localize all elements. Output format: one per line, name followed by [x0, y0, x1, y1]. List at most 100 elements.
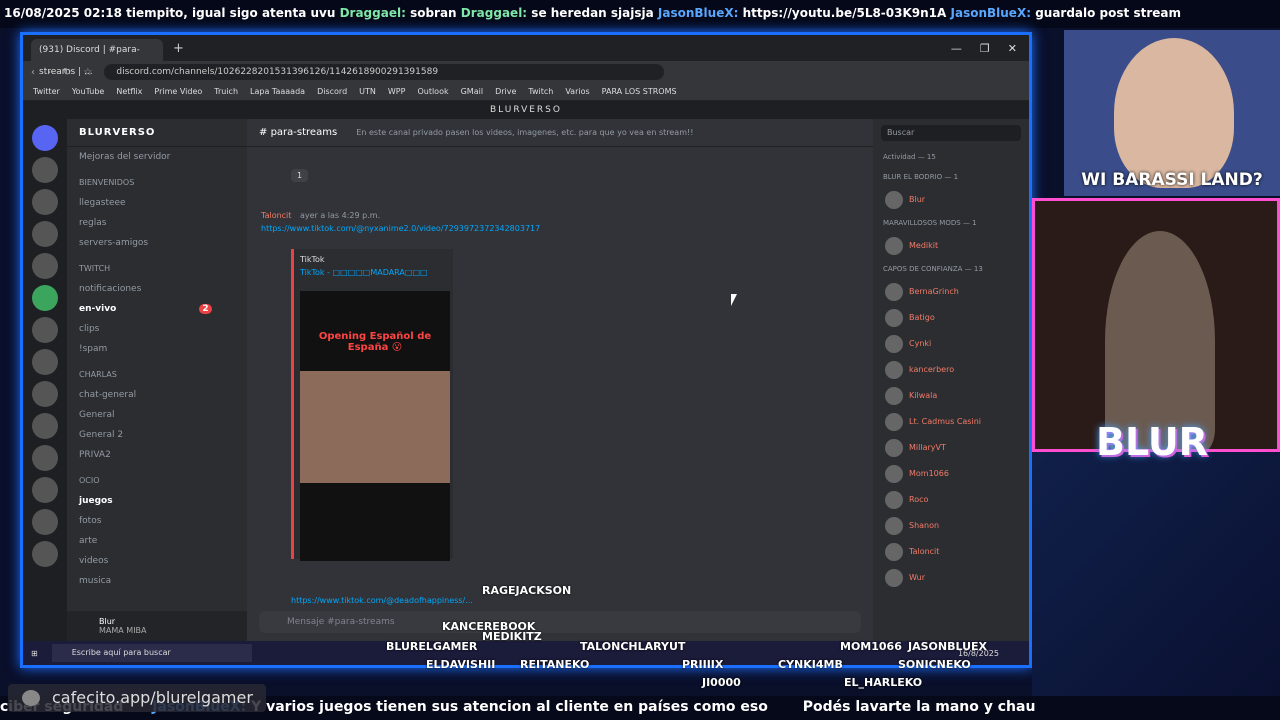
member-group-header: CAPOS DE CONFIANZA — 13: [883, 265, 983, 273]
ticker-name: Draggael:: [460, 6, 528, 20]
maximize-icon[interactable]: ❐: [980, 42, 990, 55]
member-item[interactable]: Blur: [873, 187, 1029, 213]
bookmark[interactable]: UTN: [359, 87, 376, 96]
bookmark[interactable]: Twitch: [528, 87, 553, 96]
server-icon[interactable]: [32, 477, 58, 503]
server-boost[interactable]: Mejoras del servidor: [67, 147, 247, 167]
channel-item[interactable]: arte: [67, 531, 247, 551]
server-icon[interactable]: [32, 413, 58, 439]
channel-item[interactable]: fotos: [67, 511, 247, 531]
ticker-text: se heredan sjajsja: [531, 6, 654, 20]
bookmark[interactable]: PARA LOS STROMS: [602, 87, 677, 96]
message-link[interactable]: https://www.tiktok.com/@deadofhappiness/…: [291, 596, 473, 605]
windows-start-icon[interactable]: ⊞: [31, 649, 38, 658]
bookmark[interactable]: Truich: [214, 87, 238, 96]
member-item[interactable]: Kilwala: [873, 383, 1029, 409]
bookmark[interactable]: Outlook: [417, 87, 448, 96]
server-icon[interactable]: [32, 285, 58, 311]
message-author[interactable]: Taloncit: [261, 211, 291, 220]
member-item[interactable]: Cynki: [873, 331, 1029, 357]
minimize-icon[interactable]: —: [951, 42, 962, 55]
member-item[interactable]: Medikit: [873, 233, 1029, 259]
bookmark[interactable]: WPP: [388, 87, 406, 96]
message-link[interactable]: https://www.tiktok.com/@nyxanime2.0/vide…: [261, 224, 540, 233]
url-field[interactable]: discord.com/channels/1026228201531396126…: [104, 64, 665, 80]
channel-item[interactable]: PRIVA2: [67, 445, 247, 465]
member-item[interactable]: Taloncit: [873, 539, 1029, 565]
new-tab-icon[interactable]: +: [173, 41, 184, 56]
ticker-name: JasonBlueX:: [657, 6, 739, 20]
taskbar-search[interactable]: Escribe aquí para buscar: [51, 644, 252, 662]
user-status: MAMA MIBA: [99, 626, 147, 635]
member-item[interactable]: BernaGrinch: [873, 279, 1029, 305]
bookmark[interactable]: YouTube: [72, 87, 105, 96]
server-name[interactable]: BLURVERSO: [67, 119, 247, 147]
server-icon[interactable]: [32, 317, 58, 343]
server-icon[interactable]: [32, 189, 58, 215]
home-icon[interactable]: [32, 125, 58, 151]
overlay-background: [1032, 452, 1280, 696]
category-header[interactable]: CHARLAS: [67, 365, 247, 385]
server-icon[interactable]: [32, 381, 58, 407]
close-icon[interactable]: ✕: [1008, 42, 1017, 55]
viewer-name: TALONCHLARYUT: [580, 640, 686, 653]
reload-icon[interactable]: ↻: [63, 67, 71, 78]
bookmark[interactable]: GMail: [461, 87, 483, 96]
bookmark-icon[interactable]: ☆: [83, 67, 92, 78]
message-time: ayer a las 4:29 p.m.: [299, 211, 381, 220]
channel-item[interactable]: reglas: [67, 213, 247, 233]
member-item[interactable]: Mom1066: [873, 461, 1029, 487]
back-icon[interactable]: ‹: [31, 67, 35, 78]
channel-topic[interactable]: En este canal privado pasen los videos, …: [356, 128, 693, 137]
channel-item[interactable]: General: [67, 405, 247, 425]
server-icon[interactable]: [32, 445, 58, 471]
server-icon[interactable]: [32, 221, 58, 247]
bookmark[interactable]: Varios: [565, 87, 589, 96]
category-header[interactable]: OCIO: [67, 471, 247, 491]
channel-item[interactable]: musica: [67, 571, 247, 591]
bookmark[interactable]: Lapa Taaaada: [250, 87, 305, 96]
category-header[interactable]: BIENVENIDOS: [67, 173, 247, 193]
member-item[interactable]: Lt. Cadmus Casini: [873, 409, 1029, 435]
member-item[interactable]: Wur: [873, 565, 1029, 591]
server-icon[interactable]: [32, 509, 58, 535]
channel-item[interactable]: servers-amigos: [67, 233, 247, 253]
member-item[interactable]: Roco: [873, 487, 1029, 513]
viewer-name: RAGEJACKSON: [482, 584, 572, 597]
bookmark[interactable]: Prime Video: [154, 87, 202, 96]
member-item[interactable]: Batigo: [873, 305, 1029, 331]
browser-tab[interactable]: (931) Discord | #para-streams | ...: [31, 39, 163, 77]
member-group-header: MARAVILLOSOS MODS — 1: [883, 219, 977, 227]
streamer-image: [1105, 231, 1215, 449]
server-icon[interactable]: [32, 349, 58, 375]
channel-item-en-vivo[interactable]: en-vivo 2: [67, 299, 247, 319]
channel-item[interactable]: General 2: [67, 425, 247, 445]
member-item[interactable]: Shanon: [873, 513, 1029, 539]
bookmark[interactable]: Drive: [495, 87, 516, 96]
channel-item[interactable]: notificaciones: [67, 279, 247, 299]
channel-item[interactable]: !spam: [67, 339, 247, 359]
server-icon[interactable]: [32, 253, 58, 279]
channel-item[interactable]: videos: [67, 551, 247, 571]
reaction[interactable]: 1: [291, 169, 309, 182]
channel-item[interactable]: chat-general: [67, 385, 247, 405]
bookmark[interactable]: Twitter: [33, 87, 60, 96]
member-item[interactable]: MillaryVT: [873, 435, 1029, 461]
viewer-name: PRIIIIX: [682, 658, 724, 671]
user-name[interactable]: Blur: [99, 617, 247, 626]
server-icon[interactable]: [32, 541, 58, 567]
search-input[interactable]: Buscar: [881, 125, 1021, 141]
category-header[interactable]: TWITCH: [67, 259, 247, 279]
bookmark[interactable]: Netflix: [116, 87, 142, 96]
forward-icon[interactable]: ›: [47, 67, 51, 78]
server-icon[interactable]: [32, 157, 58, 183]
ticker-text: Podés lavarte la mano y chau: [802, 699, 1036, 715]
bookmark[interactable]: Discord: [317, 87, 347, 96]
channel-item[interactable]: juegos: [67, 491, 247, 511]
member-item[interactable]: kancerbero: [873, 357, 1029, 383]
channel-item[interactable]: llegasteee: [67, 193, 247, 213]
viewer-name: JASONBLUEX: [908, 640, 988, 653]
embed-title[interactable]: TikTok - □□□□□MADARA□□□: [300, 268, 447, 277]
video-thumbnail[interactable]: Opening Español de España 😮: [300, 291, 450, 561]
channel-item[interactable]: clips: [67, 319, 247, 339]
